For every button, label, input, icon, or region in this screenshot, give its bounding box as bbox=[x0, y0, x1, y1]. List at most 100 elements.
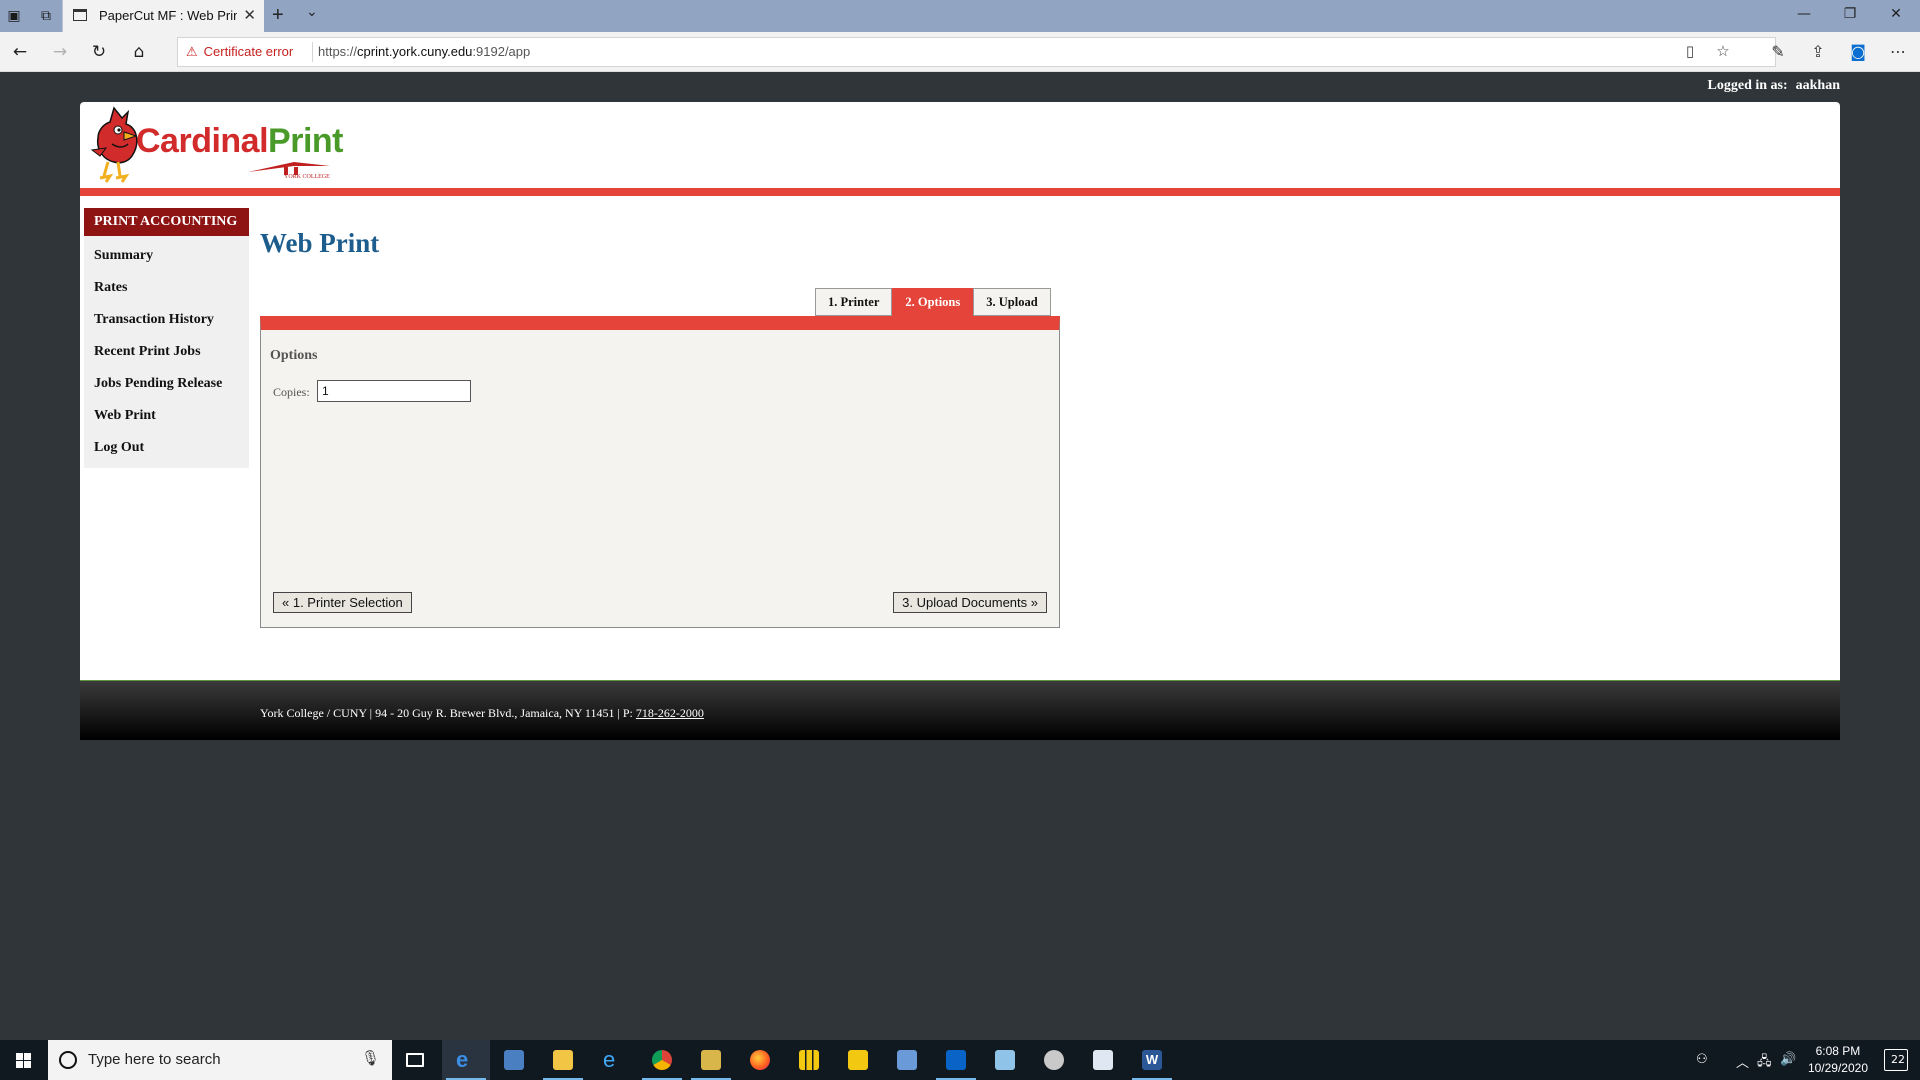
network-icon[interactable]: 🖧 bbox=[1757, 1052, 1772, 1074]
reading-view-icon[interactable]: ▯ bbox=[1680, 42, 1700, 62]
address-bar[interactable]: ⚠ Certificate error https://cprint.york.c… bbox=[177, 37, 1776, 67]
back-arrow-icon[interactable]: ← bbox=[10, 42, 30, 62]
step-tab-upload[interactable]: 3. Upload bbox=[973, 288, 1051, 316]
copies-label: Copies: bbox=[273, 385, 310, 399]
printer-selection-button[interactable]: « 1. Printer Selection bbox=[273, 592, 412, 613]
options-panel: Options Copies: « 1. Printer Selection 3… bbox=[260, 316, 1060, 628]
clock-time: 6:08 PM bbox=[1815, 1044, 1861, 1058]
sidebar: PRINT ACCOUNTING Summary Rates Transacti… bbox=[84, 208, 249, 468]
sidebar-item-summary[interactable]: Summary bbox=[84, 240, 249, 272]
power-bi-desktop-icon bbox=[848, 1050, 868, 1070]
refresh-icon[interactable]: ↻ bbox=[89, 42, 109, 62]
microphone-icon[interactable]: 🎙 bbox=[361, 1049, 380, 1067]
share-icon[interactable]: ⇪ bbox=[1807, 42, 1829, 62]
minimize-icon[interactable]: — bbox=[1794, 6, 1814, 26]
taskbar-notepad[interactable] bbox=[981, 1040, 1029, 1080]
browser-tab-bar: ▣ ⧉ PaperCut MF : Web Prin ✕ + ⌄ — ❐ ✕ bbox=[0, 0, 1920, 32]
favorite-star-icon[interactable]: ☆ bbox=[1713, 42, 1733, 62]
people-icon[interactable]: ⚇ bbox=[1696, 1052, 1708, 1067]
start-button[interactable] bbox=[0, 1040, 48, 1080]
forward-arrow-icon[interactable]: → bbox=[50, 42, 70, 62]
site-footer: York College / CUNY | 94 - 20 Guy R. Bre… bbox=[80, 680, 1840, 740]
taskbar-power-bi[interactable] bbox=[785, 1040, 833, 1080]
url-host: cprint.york.cuny.edu bbox=[357, 44, 473, 59]
wizard-steps: 1. Printer 2. Options 3. Upload bbox=[815, 288, 1051, 316]
sidebar-item-transaction-history[interactable]: Transaction History bbox=[84, 304, 249, 336]
new-tab-icon[interactable]: + bbox=[272, 4, 284, 27]
show-hidden-icons-chevron-icon[interactable]: ︿ bbox=[1736, 1052, 1749, 1071]
network-app-icon bbox=[897, 1050, 917, 1070]
task-view-button[interactable] bbox=[392, 1040, 440, 1080]
step-tab-options[interactable]: 2. Options bbox=[892, 288, 974, 316]
sidebar-item-rates[interactable]: Rates bbox=[84, 272, 249, 304]
notepad-icon bbox=[995, 1050, 1015, 1070]
upload-documents-button[interactable]: 3. Upload Documents » bbox=[893, 592, 1047, 613]
taskbar-firefox[interactable] bbox=[736, 1040, 784, 1080]
username: aakhan bbox=[1795, 78, 1840, 93]
clock-date: 10/29/2020 bbox=[1807, 1061, 1868, 1075]
taskbar-clock[interactable]: 6:08 PM 10/29/2020 bbox=[1808, 1043, 1868, 1077]
taskbar-outlook[interactable] bbox=[932, 1040, 980, 1080]
remote-desktop-icon bbox=[504, 1050, 524, 1070]
taskbar-search-box[interactable]: Type here to search 🎙 bbox=[48, 1040, 392, 1080]
taskbar-window-app[interactable] bbox=[1079, 1040, 1127, 1080]
page-title: Web Print bbox=[260, 228, 380, 258]
set-aside-tabs-icon[interactable]: ⧉ bbox=[36, 6, 56, 26]
volume-icon[interactable]: 🔊 bbox=[1780, 1052, 1796, 1067]
certificate-error-label: Certificate error bbox=[203, 44, 294, 59]
taskbar-sticky-app[interactable] bbox=[687, 1040, 735, 1080]
file-explorer-icon bbox=[553, 1050, 573, 1070]
taskbar-edge[interactable]: e bbox=[442, 1040, 490, 1080]
taskbar-network-app[interactable] bbox=[883, 1040, 931, 1080]
site-header: CardinalPrint YORK COLLEGE bbox=[80, 102, 1840, 188]
sidebar-heading: PRINT ACCOUNTING bbox=[84, 208, 249, 236]
page-favicon-icon bbox=[73, 9, 87, 21]
taskbar-remote-desktop[interactable] bbox=[490, 1040, 538, 1080]
word-icon: W bbox=[1142, 1050, 1162, 1070]
power-bi-icon bbox=[799, 1050, 819, 1070]
url-prefix: https:// bbox=[318, 44, 358, 59]
taskbar-paint[interactable] bbox=[1030, 1040, 1078, 1080]
step-tab-printer[interactable]: 1. Printer bbox=[815, 288, 893, 316]
home-icon[interactable]: ⌂ bbox=[129, 42, 149, 62]
internet-explorer-icon: e bbox=[603, 1047, 616, 1072]
copies-input[interactable] bbox=[317, 380, 471, 402]
sidebar-item-web-print[interactable]: Web Print bbox=[84, 400, 249, 432]
windows-taskbar: Type here to search 🎙 e e W ⚇ ︿ 🖧 🔊 6:08… bbox=[0, 1040, 1920, 1080]
cardinalprint-logo[interactable]: CardinalPrint YORK COLLEGE bbox=[84, 104, 384, 188]
notes-pen-icon[interactable]: ✎ bbox=[1767, 42, 1789, 62]
url-text[interactable]: https://cprint.york.cuny.edu:9192/app bbox=[318, 44, 530, 59]
page-viewport: Logged in as: aakhan CardinalPrint YORK … bbox=[0, 72, 1920, 1040]
taskbar-internet-explorer[interactable]: e bbox=[589, 1040, 637, 1080]
certificate-error-badge[interactable]: ⚠ Certificate error bbox=[186, 44, 293, 60]
more-menu-icon[interactable]: ⋯ bbox=[1887, 42, 1909, 62]
tab-actions-icon[interactable]: ▣ bbox=[4, 6, 24, 26]
taskbar-chrome[interactable] bbox=[638, 1040, 686, 1080]
footer-phone-link[interactable]: 718-262-2000 bbox=[636, 706, 704, 720]
sidebar-item-log-out[interactable]: Log Out bbox=[84, 432, 249, 464]
extension-icon[interactable]: ◙ bbox=[1847, 42, 1869, 62]
tab-title: PaperCut MF : Web Prin bbox=[99, 8, 237, 23]
restore-icon[interactable]: ❐ bbox=[1840, 6, 1860, 26]
close-window-icon[interactable]: ✕ bbox=[1886, 6, 1906, 26]
paint-icon bbox=[1044, 1050, 1064, 1070]
search-placeholder: Type here to search bbox=[88, 1051, 221, 1068]
site-container: CardinalPrint YORK COLLEGE PRINT ACCOUNT… bbox=[80, 102, 1840, 740]
logo-wordmark: CardinalPrint bbox=[136, 122, 343, 161]
options-heading: Options bbox=[270, 348, 318, 363]
taskbar-file-explorer[interactable] bbox=[539, 1040, 587, 1080]
sidebar-item-recent-print-jobs[interactable]: Recent Print Jobs bbox=[84, 336, 249, 368]
taskbar-word[interactable]: W bbox=[1128, 1040, 1176, 1080]
sidebar-item-jobs-pending-release[interactable]: Jobs Pending Release bbox=[84, 368, 249, 400]
close-tab-icon[interactable]: ✕ bbox=[243, 6, 256, 24]
cortana-circle-icon bbox=[59, 1051, 77, 1069]
logo-word-print: Print bbox=[268, 122, 343, 160]
tab-list-chevron-icon[interactable]: ⌄ bbox=[306, 4, 318, 20]
taskbar-power-bi-desktop[interactable] bbox=[834, 1040, 882, 1080]
chrome-icon bbox=[652, 1050, 672, 1070]
action-center-icon[interactable]: 22 bbox=[1884, 1049, 1908, 1071]
browser-tab-papercut[interactable]: PaperCut MF : Web Prin ✕ bbox=[62, 0, 264, 32]
logged-in-status: Logged in as: aakhan bbox=[1708, 78, 1840, 94]
header-red-bar bbox=[80, 188, 1840, 196]
warning-icon: ⚠ bbox=[186, 44, 198, 59]
